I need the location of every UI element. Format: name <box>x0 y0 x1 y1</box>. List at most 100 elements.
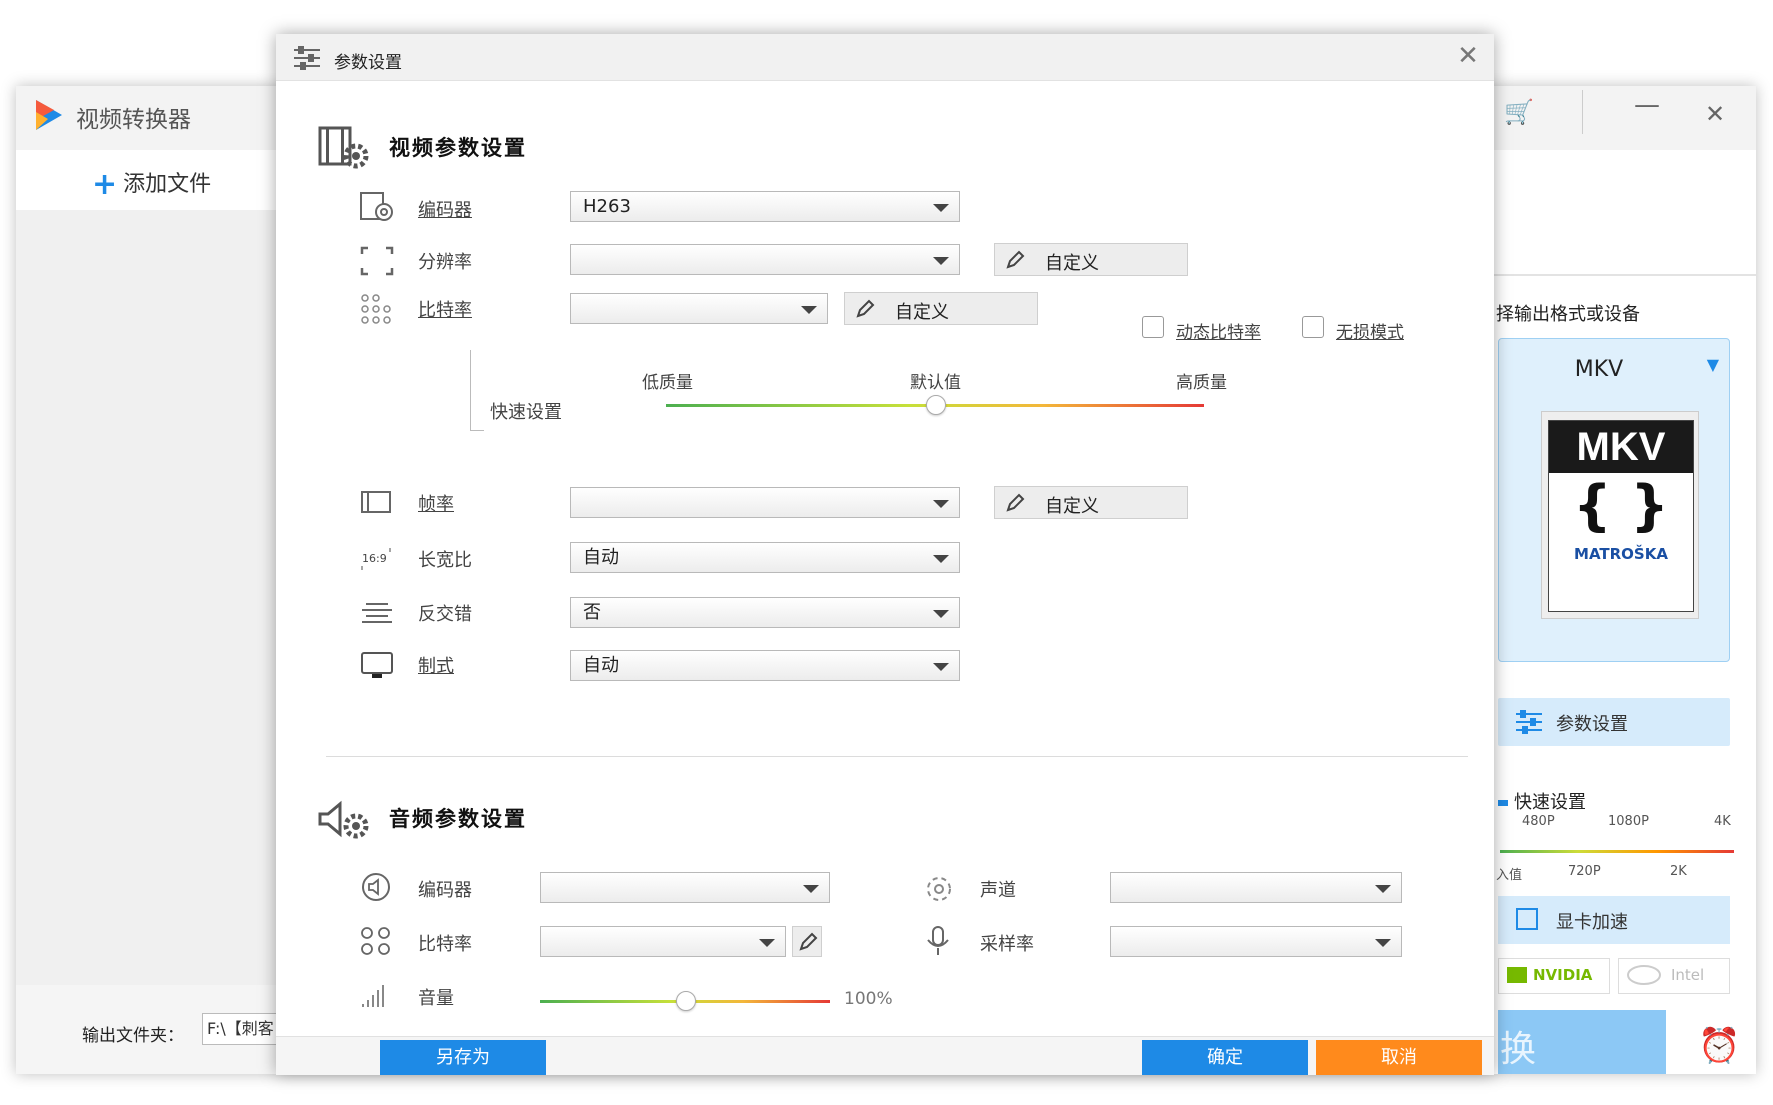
aspect-ratio-icon: 16:9 <box>361 548 391 570</box>
mkv-logo: MKV { } MATROŠKA <box>1541 411 1699 619</box>
title-separator <box>1582 90 1583 134</box>
standard-select[interactable]: 自动 <box>570 650 960 681</box>
pencil-icon <box>1006 493 1025 512</box>
speaker-icon <box>362 873 390 901</box>
default-quality-label: 默认值 <box>910 373 961 393</box>
cart-icon[interactable]: 🛒 <box>1504 98 1534 126</box>
audio-bitrate-icon <box>361 927 390 955</box>
video-settings-icon <box>318 126 369 169</box>
format-name: MKV <box>1574 357 1624 382</box>
gpu-accel-label: 显卡加速 <box>1556 912 1628 933</box>
audio-encoder-select[interactable] <box>540 872 830 903</box>
chevron-down-icon <box>933 555 949 563</box>
quality-tick-4k: 4K <box>1714 814 1731 829</box>
chevron-down-icon <box>1375 939 1391 947</box>
ok-button[interactable]: 确定 <box>1142 1040 1308 1075</box>
quick-settings-label: 快速设置 <box>490 402 562 423</box>
resolution-select[interactable] <box>570 244 960 275</box>
resolution-custom-button[interactable]: 自定义 <box>994 243 1188 276</box>
params-settings-button[interactable]: 参数设置 <box>1498 698 1730 746</box>
standard-value: 自动 <box>583 655 619 676</box>
video-section-heading: 视频参数设置 <box>389 136 527 160</box>
chevron-down-icon <box>933 500 949 508</box>
chevron-down-icon <box>759 939 775 947</box>
lossless-checkbox[interactable] <box>1302 316 1324 338</box>
chevron-down-icon <box>801 306 817 314</box>
output-folder-label: 输出文件夹： <box>82 1026 184 1046</box>
svg-text:16:9: 16:9 <box>362 552 387 565</box>
intel-icon <box>1627 965 1661 985</box>
samplerate-select[interactable] <box>1110 926 1402 957</box>
bitrate-custom-label: 自定义 <box>895 302 949 323</box>
dialog-title-bar: 参数设置 ✕ <box>276 34 1494 81</box>
resolution-icon <box>360 246 394 276</box>
format-card[interactable]: MKV ▼ MKV { } MATROŠKA <box>1498 338 1730 662</box>
save-as-button[interactable]: 另存为 <box>380 1040 546 1075</box>
video-encoder-select[interactable]: H263 <box>570 191 960 222</box>
audio-bitrate-select[interactable] <box>540 926 786 957</box>
intel-option[interactable]: Intel <box>1618 958 1730 994</box>
aspect-ratio-select[interactable]: 自动 <box>570 542 960 573</box>
bitrate-icon <box>361 294 391 324</box>
format-panel-header <box>1494 210 1756 276</box>
video-quality-slider-handle[interactable] <box>926 395 946 415</box>
app-title: 视频转换器 <box>76 107 191 133</box>
pencil-icon <box>856 299 875 318</box>
nvidia-option[interactable]: NVIDIA <box>1498 958 1610 994</box>
volume-icon <box>362 985 384 1007</box>
sliders-icon <box>294 46 320 70</box>
gpu-accel-button[interactable]: 显卡加速 <box>1498 896 1730 944</box>
dynamic-bitrate-label[interactable]: 动态比特率 <box>1176 318 1261 343</box>
deinterlace-label: 反交错 <box>418 604 472 625</box>
lossless-label[interactable]: 无损模式 <box>1336 318 1404 343</box>
dialog-footer: 另存为 确定 取消 <box>276 1036 1494 1075</box>
bitrate-custom-button[interactable]: 自定义 <box>844 292 1038 325</box>
video-encoder-value: H263 <box>583 196 631 217</box>
add-file-button[interactable]: + 添加文件 <box>92 166 211 202</box>
high-quality-label: 高质量 <box>1176 373 1227 393</box>
quality-slider[interactable] <box>1500 850 1734 853</box>
framerate-icon <box>361 491 391 513</box>
deinterlace-select[interactable]: 否 <box>570 597 960 628</box>
chevron-down-icon <box>803 885 819 893</box>
cancel-button[interactable]: 取消 <box>1316 1040 1482 1075</box>
app-logo-icon <box>36 100 62 130</box>
alarm-clock-icon[interactable]: ⏰ <box>1698 1026 1740 1066</box>
framerate-custom-button[interactable]: 自定义 <box>994 486 1188 519</box>
audio-bitrate-custom-button[interactable] <box>792 926 822 957</box>
convert-button[interactable]: 换 <box>1498 1010 1666 1074</box>
dialog-title: 参数设置 <box>334 53 402 73</box>
microphone-icon <box>927 926 949 955</box>
dialog-close-icon[interactable]: ✕ <box>1454 42 1482 70</box>
framerate-custom-label: 自定义 <box>1045 496 1099 517</box>
standard-label[interactable]: 制式 <box>418 652 454 678</box>
framerate-label[interactable]: 帧率 <box>418 490 454 516</box>
quality-tick-1080p: 1080P <box>1608 814 1649 829</box>
output-folder-input[interactable]: F:\【刺客 <box>202 1013 278 1045</box>
samplerate-label: 采样率 <box>980 934 1034 955</box>
add-file-label: 添加文件 <box>123 172 212 197</box>
quality-tick-2k: 2K <box>1670 864 1687 879</box>
video-encoder-label[interactable]: 编码器 <box>418 196 472 222</box>
video-bitrate-label[interactable]: 比特率 <box>418 296 472 322</box>
quality-tick-480p: 480P <box>1522 814 1555 829</box>
deinterlace-icon <box>362 603 392 623</box>
pencil-icon <box>799 932 818 951</box>
file-list-area <box>16 210 276 985</box>
volume-label: 音量 <box>418 988 454 1009</box>
framerate-select[interactable] <box>570 487 960 518</box>
minimize-icon[interactable]: — <box>1632 90 1662 120</box>
output-bar: 输出文件夹： F:\【刺客 <box>16 985 278 1074</box>
quick-settings-title: 快速设置 <box>1498 788 1586 814</box>
chevron-down-icon <box>933 610 949 618</box>
channel-select[interactable] <box>1110 872 1402 903</box>
plus-icon: + <box>92 167 118 202</box>
chevron-down-icon <box>933 663 949 671</box>
volume-slider-handle[interactable] <box>676 991 696 1011</box>
video-bitrate-select[interactable] <box>570 293 828 324</box>
encoder-icon <box>360 192 393 221</box>
dynamic-bitrate-checkbox[interactable] <box>1142 316 1164 338</box>
app-close-icon[interactable]: ✕ <box>1700 100 1730 130</box>
chevron-down-icon <box>1375 885 1391 893</box>
format-dropdown-icon[interactable]: ▼ <box>1707 355 1719 374</box>
